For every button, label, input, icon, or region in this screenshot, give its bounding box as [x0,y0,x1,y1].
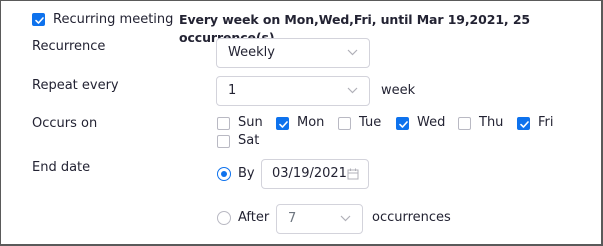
recurrence-value: Weekly [228,45,275,60]
end-date-input[interactable]: 03/19/2021 [261,159,369,189]
day-checkbox-mon[interactable] [276,117,289,130]
recurrence-select[interactable]: Weekly [216,38,370,68]
day-checkbox-sat[interactable] [217,135,230,148]
day-checkbox-wed[interactable] [396,117,409,130]
occurs-on-label: Occurs on [32,116,98,131]
day-label-sun: Sun [238,115,263,130]
repeat-every-select[interactable]: 1 [216,76,370,106]
day-label-wed: Wed [417,115,446,130]
end-by-label: By [238,166,255,181]
end-by-radio[interactable] [217,167,231,181]
check-icon [520,121,529,128]
check-icon [279,121,288,128]
day-checkbox-tue[interactable] [338,117,351,130]
end-after-label: After [238,210,270,225]
check-icon [35,17,44,24]
occurrences-value: 7 [288,211,297,226]
recurring-meeting-panel: Recurring meeting Every week on Mon,Wed,… [0,0,603,246]
end-date-label: End date [32,160,91,175]
recurring-meeting-checkbox[interactable] [32,13,45,26]
recurring-meeting-label: Recurring meeting [53,12,174,27]
day-checkbox-thu[interactable] [458,117,471,130]
recurrence-label: Recurrence [32,39,106,54]
day-label-mon: Mon [297,115,325,130]
repeat-every-value: 1 [228,83,237,98]
check-icon [399,121,408,128]
repeat-unit-label: week [381,83,416,98]
end-date-value: 03/19/2021 [272,166,347,181]
chevron-down-icon [340,215,351,222]
day-checkbox-fri[interactable] [517,117,530,130]
end-after-radio[interactable] [217,211,231,225]
day-label-thu: Thu [479,115,504,130]
day-label-tue: Tue [359,115,382,130]
occurrences-unit-label: occurrences [372,210,451,225]
day-checkbox-sun[interactable] [217,117,230,130]
day-label-fri: Fri [538,115,554,130]
calendar-icon [347,168,359,180]
chevron-down-icon [347,49,358,56]
repeat-every-label: Repeat every [32,78,119,93]
chevron-down-icon [347,87,358,94]
occurrences-select[interactable]: 7 [276,204,363,234]
day-label-sat: Sat [238,133,260,148]
